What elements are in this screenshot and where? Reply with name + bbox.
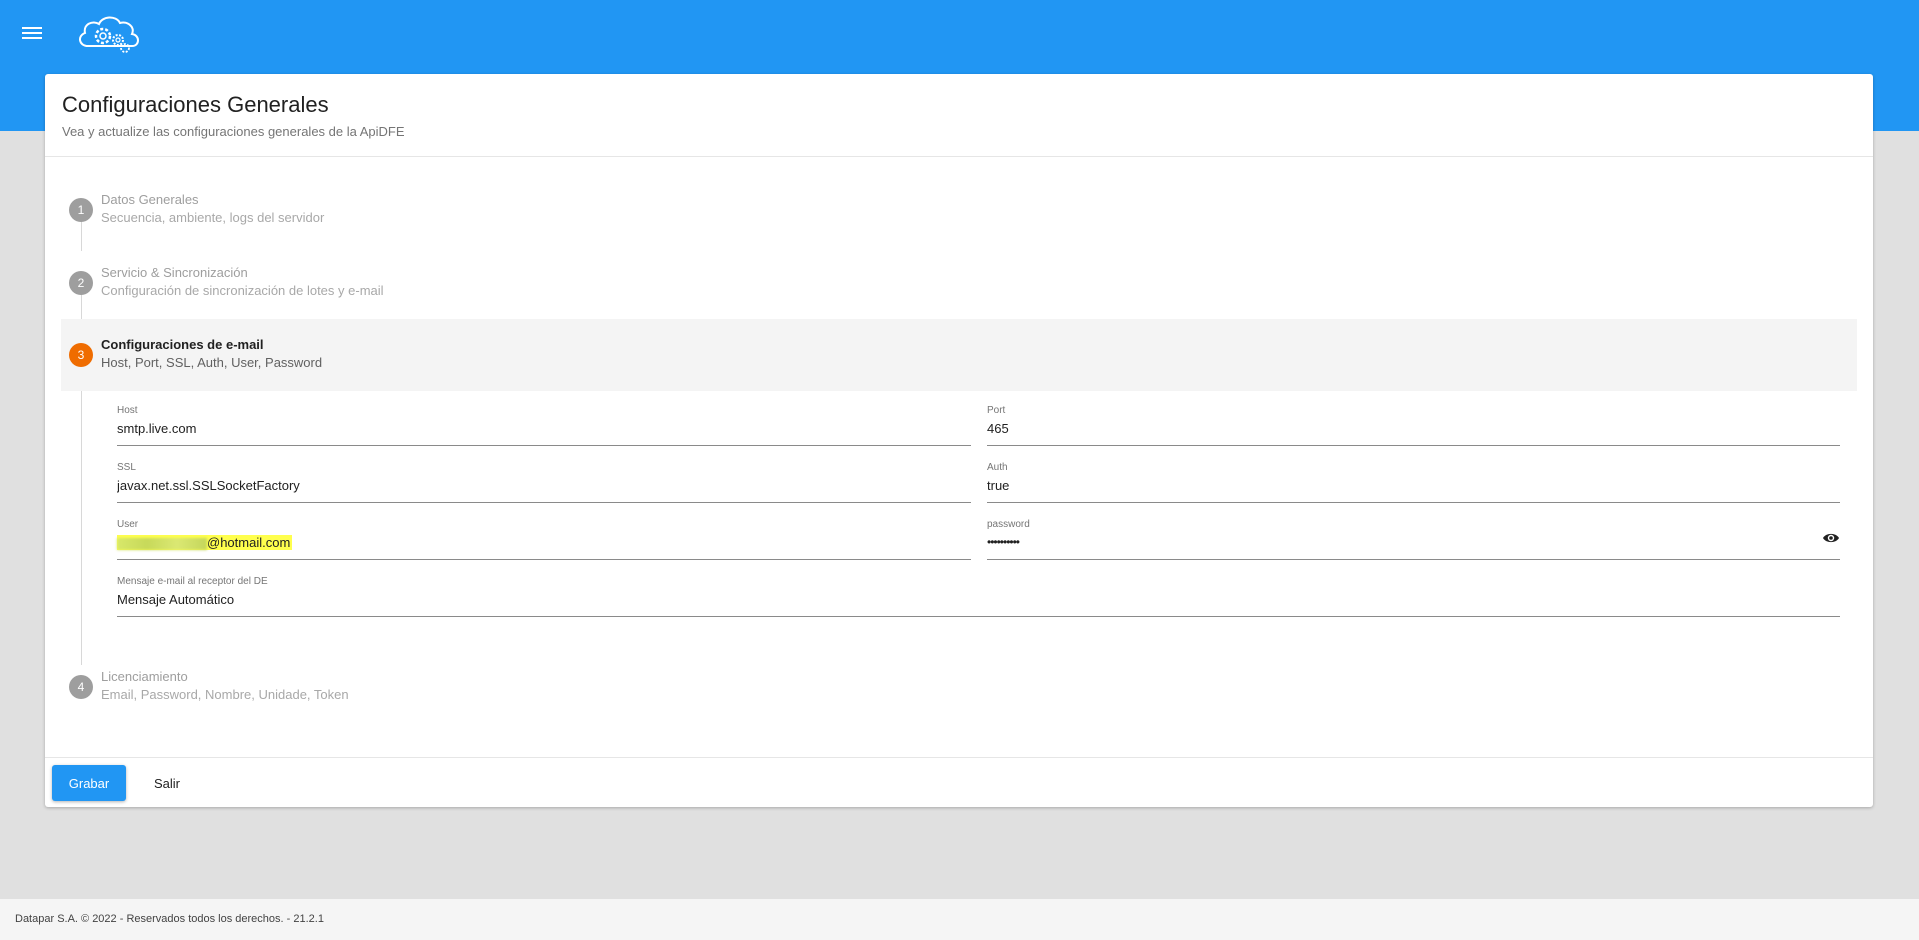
user-input[interactable]: @hotmail.com: [117, 535, 293, 550]
mensaje-input[interactable]: [117, 592, 1754, 607]
cloud-gears-logo: [74, 12, 144, 54]
port-field[interactable]: Port: [987, 405, 1840, 446]
page-subtitle: Vea y actualize las configuraciones gene…: [62, 124, 405, 139]
footer-copyright: Datapar S.A. © 2022 - Reservados todos l…: [15, 913, 324, 925]
ssl-field[interactable]: SSL: [117, 462, 971, 503]
ssl-input[interactable]: [117, 478, 929, 493]
auth-input[interactable]: [987, 478, 1798, 493]
user-field[interactable]: User @hotmail.com: [117, 519, 971, 560]
card-header: Configuraciones Generales Vea y actualiz…: [45, 74, 1873, 157]
exit-button[interactable]: Salir: [141, 765, 193, 801]
config-card: Configuraciones Generales Vea y actualiz…: [45, 74, 1873, 807]
host-label: Host: [117, 405, 138, 416]
auth-field[interactable]: Auth: [987, 462, 1840, 503]
port-input[interactable]: [987, 421, 1798, 436]
page-footer: Datapar S.A. © 2022 - Reservados todos l…: [0, 899, 1919, 940]
password-input[interactable]: ••••••••••: [987, 535, 1797, 549]
host-field[interactable]: Host: [117, 405, 971, 446]
step-subtitle: Email, Password, Nombre, Unidade, Token: [101, 687, 349, 702]
eye-icon[interactable]: [1822, 531, 1840, 545]
page-title: Configuraciones Generales: [62, 92, 329, 117]
password-label: password: [987, 519, 1030, 530]
step-number: 4: [69, 675, 93, 699]
step-number: 1: [69, 198, 93, 222]
menu-icon[interactable]: [22, 24, 46, 44]
port-label: Port: [987, 405, 1006, 416]
step-subtitle: Host, Port, SSL, Auth, User, Password: [101, 355, 323, 370]
mensaje-label: Mensaje e-mail al receptor del DE: [117, 576, 268, 587]
save-button[interactable]: Grabar: [52, 765, 126, 801]
user-domain-text: @hotmail.com: [207, 535, 291, 550]
step-configuraciones-email[interactable]: 3 Configuraciones de e-mail Host, Port, …: [61, 319, 1857, 391]
stepper-connector: [81, 365, 82, 665]
step-title: Datos Generales: [101, 192, 199, 207]
step-title: Servicio & Sincronización: [101, 265, 248, 280]
step-number: 2: [69, 271, 93, 295]
user-label: User: [117, 519, 139, 530]
ssl-label: SSL: [117, 462, 136, 473]
auth-label: Auth: [987, 462, 1008, 473]
redacted-text: [117, 537, 207, 550]
step-title: Configuraciones de e-mail: [101, 337, 264, 352]
step-datos-generales[interactable]: 1 Datos Generales Secuencia, ambiente, l…: [61, 174, 1857, 246]
step-licenciamiento[interactable]: 4 Licenciamiento Email, Password, Nombre…: [61, 651, 1857, 723]
step-subtitle: Configuración de sincronización de lotes…: [101, 283, 384, 298]
step-servicio-sincronizacion[interactable]: 2 Servicio & Sincronización Configuració…: [61, 247, 1857, 319]
step-title: Licenciamiento: [101, 669, 188, 684]
mensaje-field[interactable]: Mensaje e-mail al receptor del DE: [117, 576, 1840, 617]
card-actions: Grabar Salir: [45, 757, 1873, 808]
step-subtitle: Secuencia, ambiente, logs del servidor: [101, 210, 325, 225]
host-input[interactable]: [117, 421, 929, 436]
step-number: 3: [69, 343, 93, 367]
password-field[interactable]: password ••••••••••: [987, 519, 1840, 560]
